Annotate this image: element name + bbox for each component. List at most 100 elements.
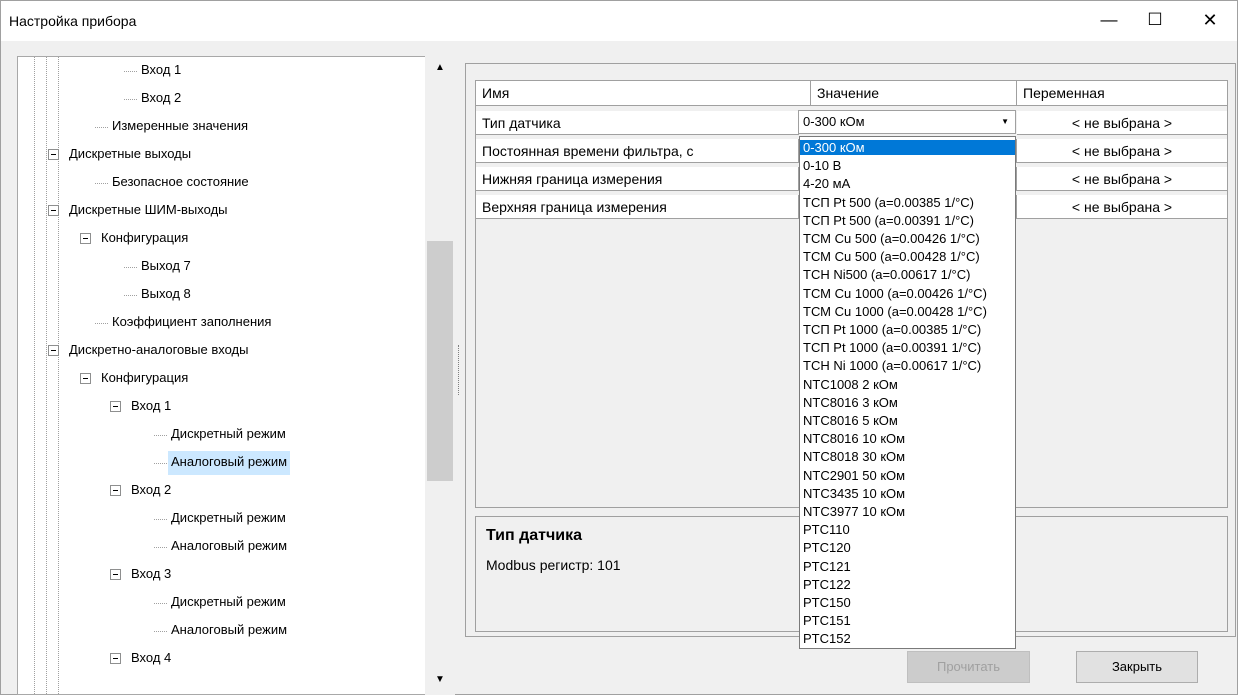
minimize-button[interactable]: — <box>1086 1 1132 41</box>
tree-item[interactable]: Дискретный режим <box>168 423 289 447</box>
dropdown-option[interactable]: PTC110 <box>800 522 1015 537</box>
read-button[interactable]: Прочитать <box>907 651 1030 683</box>
tree-item[interactable]: Дискретный режим <box>168 507 289 531</box>
dropdown-option[interactable]: 0-300 кОм <box>800 140 1015 155</box>
dropdown-option[interactable]: ТСМ Cu 1000 (a=0.00426 1/°C) <box>800 286 1015 301</box>
row-name[interactable]: Постоянная времени фильтра, с <box>476 139 799 163</box>
tree-item[interactable]: Дискретные ШИМ-выходы <box>66 199 231 223</box>
tree-item[interactable]: Дискретные выходы <box>66 143 194 167</box>
tree-guide-line <box>46 57 47 694</box>
column-header-name[interactable]: Имя <box>476 81 811 106</box>
tree-connector <box>95 127 108 128</box>
tree-collapse-icon[interactable] <box>48 149 59 160</box>
column-header-variable[interactable]: Переменная <box>1017 81 1228 106</box>
tree-connector <box>124 99 137 100</box>
dropdown-option[interactable]: NTC2901 50 кОм <box>800 468 1015 483</box>
description-text: Modbus регистр: 101 <box>486 557 621 573</box>
dropdown-option[interactable]: PTC122 <box>800 577 1015 592</box>
maximize-button[interactable]: ☐ <box>1132 1 1178 41</box>
dropdown-option[interactable]: ТСМ Cu 500 (a=0.00426 1/°C) <box>800 231 1015 246</box>
dropdown-option[interactable]: PTC151 <box>800 613 1015 628</box>
tree-item[interactable]: Коэффициент заполнения <box>109 311 274 335</box>
row-variable[interactable]: < не выбрана > <box>1017 195 1228 219</box>
tree-item[interactable]: Выход 7 <box>138 255 194 279</box>
tree-item[interactable]: Вход 3 <box>128 563 174 587</box>
combobox-value: 0-300 кОм <box>803 114 865 129</box>
close-button[interactable]: Закрыть <box>1076 651 1198 683</box>
tree-item[interactable]: Аналоговый режим <box>168 619 290 643</box>
dropdown-option[interactable]: ТСН Ni 1000 (a=0.00617 1/°C) <box>800 358 1015 373</box>
dropdown-option[interactable]: ТСП Pt 500 (a=0.00391 1/°C) <box>800 213 1015 228</box>
row-name[interactable]: Нижняя граница измерения <box>476 167 799 191</box>
row-variable[interactable]: < не выбрана > <box>1017 139 1228 163</box>
tree-collapse-icon[interactable] <box>110 401 121 412</box>
tree-collapse-icon[interactable] <box>48 345 59 356</box>
tree-collapse-icon[interactable] <box>110 653 121 664</box>
tree-scrollbar[interactable]: ▲ ▼ <box>425 56 455 695</box>
tree-item[interactable]: Вход 1 <box>128 395 174 419</box>
tree-item[interactable]: Конфигурация <box>98 227 191 251</box>
tree-item[interactable]: Вход 2 <box>128 479 174 503</box>
dropdown-option[interactable]: PTC150 <box>800 595 1015 610</box>
tree-item[interactable]: Вход 2 <box>138 87 184 111</box>
sensor-type-combobox[interactable]: 0-300 кОм ▼ <box>798 110 1016 134</box>
dropdown-option[interactable]: NTC3977 10 кОм <box>800 504 1015 519</box>
title-bar: Настройка прибора — ☐ ✕ <box>1 1 1237 41</box>
tree-connector <box>154 519 167 520</box>
dropdown-option[interactable]: 4-20 мА <box>800 176 1015 191</box>
tree-collapse-icon[interactable] <box>48 205 59 216</box>
dropdown-option[interactable]: ТСП Pt 1000 (a=0.00391 1/°C) <box>800 340 1015 355</box>
dropdown-arrow-icon[interactable]: ▼ <box>1001 111 1009 133</box>
dropdown-option[interactable]: ТСП Pt 500 (a=0.00385 1/°C) <box>800 195 1015 210</box>
scrollbar-thumb[interactable] <box>427 241 453 481</box>
dropdown-option[interactable]: NTC3435 10 кОм <box>800 486 1015 501</box>
tree-collapse-icon[interactable] <box>80 233 91 244</box>
row-name[interactable]: Тип датчика <box>476 111 799 135</box>
dropdown-option[interactable]: PTC121 <box>800 559 1015 574</box>
tree-item[interactable]: Вход 1 <box>138 59 184 83</box>
dropdown-option[interactable]: ТСП Pt 1000 (a=0.00385 1/°C) <box>800 322 1015 337</box>
tree-collapse-icon[interactable] <box>110 569 121 580</box>
dropdown-option[interactable]: NTC8016 5 кОм <box>800 413 1015 428</box>
dropdown-option[interactable]: PTC152 <box>800 631 1015 646</box>
close-window-button[interactable]: ✕ <box>1187 1 1233 41</box>
tree-item[interactable]: Вход 4 <box>128 647 174 671</box>
tree-item[interactable]: Безопасное состояние <box>109 171 252 195</box>
dropdown-option[interactable]: NTC1008 2 кОм <box>800 377 1015 392</box>
dropdown-option[interactable]: 0-10 В <box>800 158 1015 173</box>
tree-guide-line <box>34 57 35 694</box>
tree-item[interactable]: Дискретный режим <box>168 591 289 615</box>
description-title: Тип датчика <box>486 527 583 544</box>
tree-item[interactable]: Аналоговый режим <box>168 535 290 559</box>
dropdown-option[interactable]: ТСМ Cu 1000 (a=0.00428 1/°C) <box>800 304 1015 319</box>
row-name[interactable]: Верхняя граница измерения <box>476 195 799 219</box>
dropdown-option[interactable]: NTC8016 10 кОм <box>800 431 1015 446</box>
row-variable[interactable]: < не выбрана > <box>1017 167 1228 191</box>
tree-item[interactable]: Конфигурация <box>98 367 191 391</box>
dropdown-option[interactable]: NTC8016 3 кОм <box>800 395 1015 410</box>
tree-item[interactable]: Дискретно-аналоговые входы <box>66 339 252 363</box>
tree-connector <box>154 435 167 436</box>
device-tree[interactable]: Вход 1 Вход 2 Измеренные значения Дискретны… <box>17 56 455 695</box>
tree-collapse-icon[interactable] <box>110 485 121 496</box>
tree-connector <box>154 463 167 464</box>
dropdown-option[interactable]: ТСН Ni500 (a=0.00617 1/°C) <box>800 267 1015 282</box>
tree-connector <box>95 323 108 324</box>
window-title: Настройка прибора <box>9 13 137 29</box>
dropdown-option[interactable]: NTC8018 30 кОм <box>800 449 1015 464</box>
tree-item[interactable]: Аналоговый режим <box>168 451 291 475</box>
dropdown-option[interactable]: ТСМ Cu 500 (a=0.00428 1/°C) <box>800 249 1015 264</box>
tree-connector <box>124 71 137 72</box>
dropdown-option[interactable]: PTC120 <box>800 540 1015 555</box>
scroll-down-icon[interactable]: ▼ <box>425 670 455 690</box>
panel-splitter[interactable] <box>458 345 461 395</box>
tree-item[interactable]: Измеренные значения <box>109 115 251 139</box>
row-variable[interactable]: < не выбрана > <box>1017 111 1228 135</box>
column-header-value[interactable]: Значение <box>811 81 1017 106</box>
tree-connector <box>154 547 167 548</box>
sensor-type-dropdown-list[interactable]: 0-300 кОм 0-10 В 4-20 мА ТСП Pt 500 (a=0.00… <box>799 136 1016 649</box>
tree-connector <box>154 631 167 632</box>
tree-collapse-icon[interactable] <box>80 373 91 384</box>
tree-item[interactable]: Выход 8 <box>138 283 194 307</box>
scroll-up-icon[interactable]: ▲ <box>425 58 455 78</box>
